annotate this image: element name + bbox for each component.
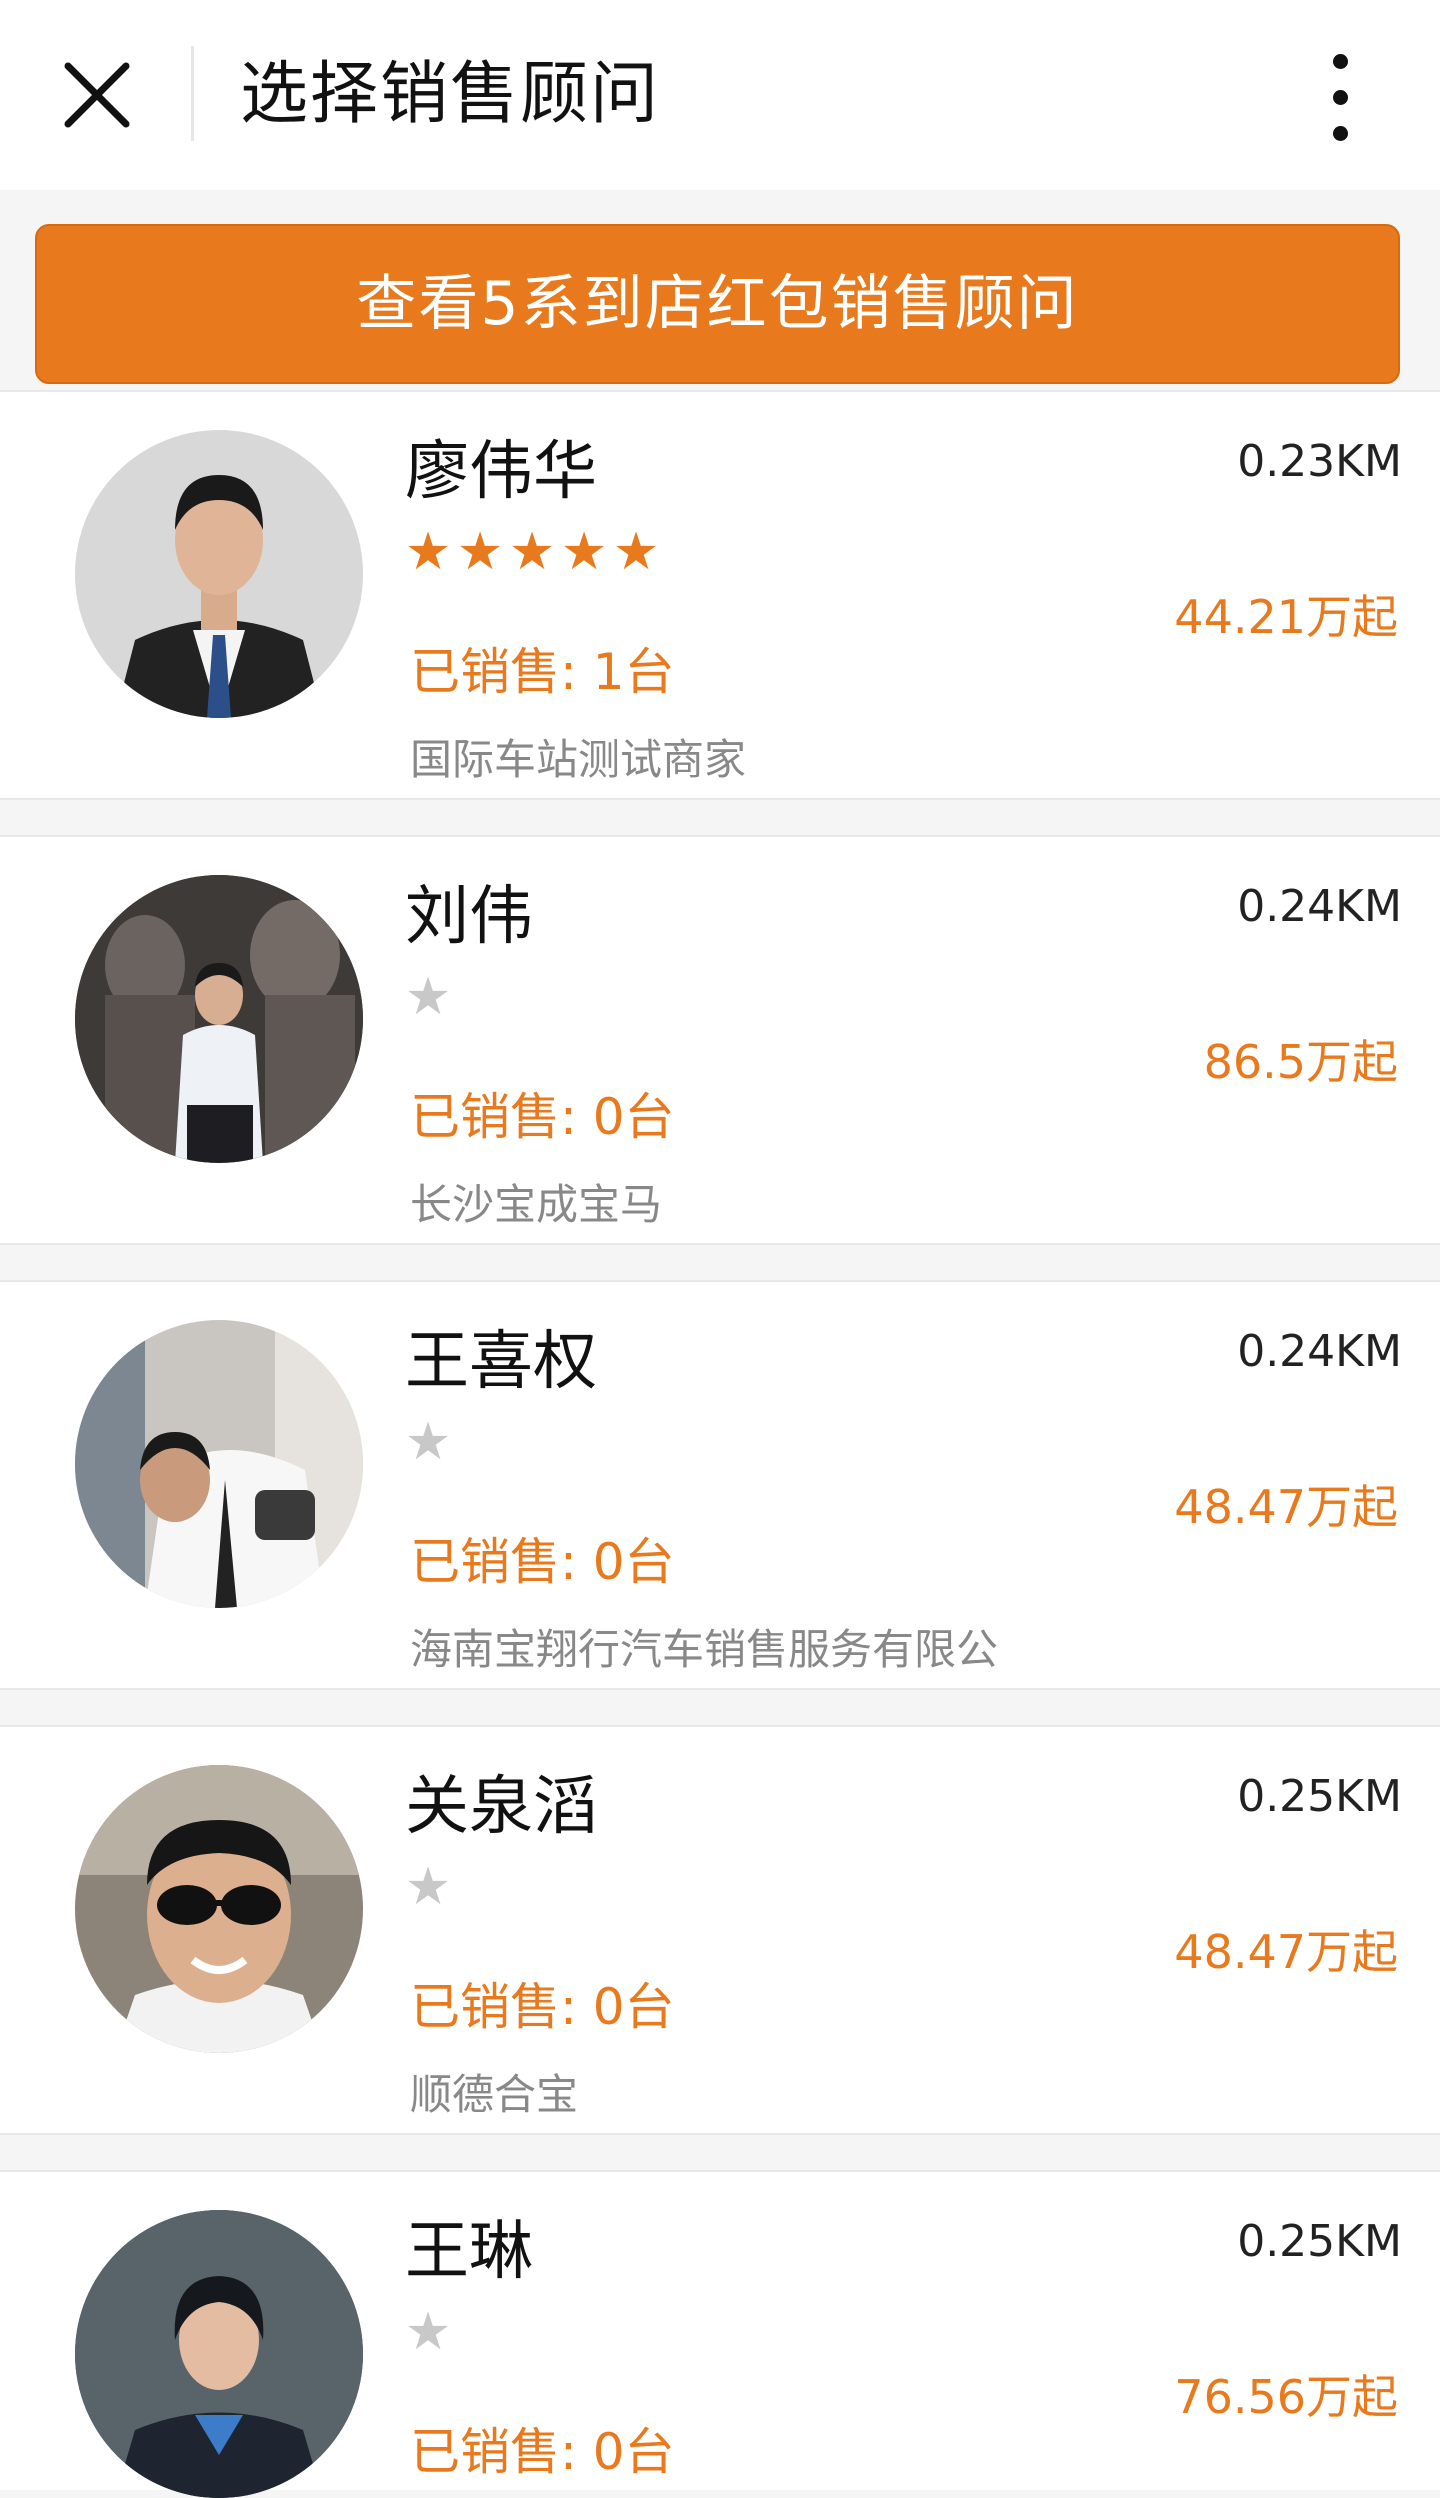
avatar (75, 1765, 363, 2053)
consultant-name: 刘伟 (405, 880, 533, 954)
consultant-name: 王琳 (405, 2215, 533, 2289)
sold-count: 已销售: 0台 (410, 1978, 675, 2036)
star-icon: ★ (456, 522, 504, 582)
consultant-card[interactable]: 王琳 0.25KM ★ 76.56万起 已销售: 0台 (0, 2170, 1440, 2498)
dealer-name: 顺德合宝 (410, 2070, 579, 2119)
sold-count: 已销售: 0台 (410, 2423, 675, 2481)
consultant-card[interactable]: 刘伟 0.24KM ★ 86.5万起 已销售: 0台 长沙宝成宝马 (0, 835, 1440, 1245)
star-icon: ★ (404, 522, 452, 582)
star-icon: ★ (612, 522, 660, 582)
consultant-name: 王喜权 (405, 1325, 597, 1399)
consultant-name: 关泉滔 (405, 1770, 597, 1844)
more-icon (1333, 54, 1348, 69)
starting-price: 48.47万起 (1174, 1480, 1398, 1534)
star-icon: ★ (404, 967, 452, 1027)
avatar (75, 2210, 363, 2498)
rating-stars: ★ (402, 1412, 454, 1472)
consultant-card[interactable]: 廖伟华 0.23KM ★ ★ ★ ★ ★ 44.21万起 已销售: 1台 国际车站测试商… (0, 390, 1440, 800)
star-icon: ★ (508, 522, 556, 582)
distance: 0.25KM (1237, 2216, 1402, 2267)
top-bar: 选择销售顾问 (0, 0, 1440, 190)
header-divider (191, 46, 194, 141)
rating-stars: ★ (402, 967, 454, 1027)
sold-count: 已销售: 0台 (410, 1088, 675, 1146)
more-options-button[interactable] (1310, 48, 1370, 148)
consultant-card[interactable]: 王喜权 0.24KM ★ 48.47万起 已销售: 0台 海南宝翔行汽车销售服务… (0, 1280, 1440, 1690)
star-icon: ★ (404, 1412, 452, 1472)
rating-stars: ★ (402, 2302, 454, 2362)
avatar (75, 1320, 363, 1608)
rating-stars: ★ (402, 1857, 454, 1917)
view-red-packet-consultants-button[interactable]: 查看5系到店红包销售顾问 (35, 224, 1400, 384)
distance: 0.24KM (1237, 881, 1402, 932)
starting-price: 44.21万起 (1174, 590, 1398, 644)
star-icon: ★ (404, 2302, 452, 2362)
consultant-name: 廖伟华 (405, 435, 597, 509)
starting-price: 86.5万起 (1203, 1035, 1398, 1089)
distance: 0.24KM (1237, 1326, 1402, 1377)
starting-price: 76.56万起 (1174, 2370, 1398, 2424)
rating-stars: ★ ★ ★ ★ ★ (402, 522, 662, 582)
dealer-name: 海南宝翔行汽车销售服务有限公 (410, 1625, 999, 1674)
star-icon: ★ (404, 1857, 452, 1917)
distance: 0.25KM (1237, 1771, 1402, 1822)
cta-section: 查看5系到店红包销售顾问 (0, 190, 1440, 390)
close-icon (64, 62, 130, 128)
close-button[interactable] (52, 50, 142, 140)
avatar (75, 875, 363, 1163)
sold-count: 已销售: 1台 (410, 643, 675, 701)
consultant-card[interactable]: 关泉滔 0.25KM ★ 48.47万起 已销售: 0台 顺德合宝 (0, 1725, 1440, 2135)
distance: 0.23KM (1237, 436, 1402, 487)
avatar (75, 430, 363, 718)
dealer-name: 国际车站测试商家 (410, 735, 747, 784)
page-title: 选择销售顾问 (240, 55, 661, 134)
sold-count: 已销售: 0台 (410, 1533, 675, 1591)
dealer-name: 长沙宝成宝马 (410, 1180, 663, 1229)
starting-price: 48.47万起 (1174, 1925, 1398, 1979)
star-icon: ★ (560, 522, 608, 582)
